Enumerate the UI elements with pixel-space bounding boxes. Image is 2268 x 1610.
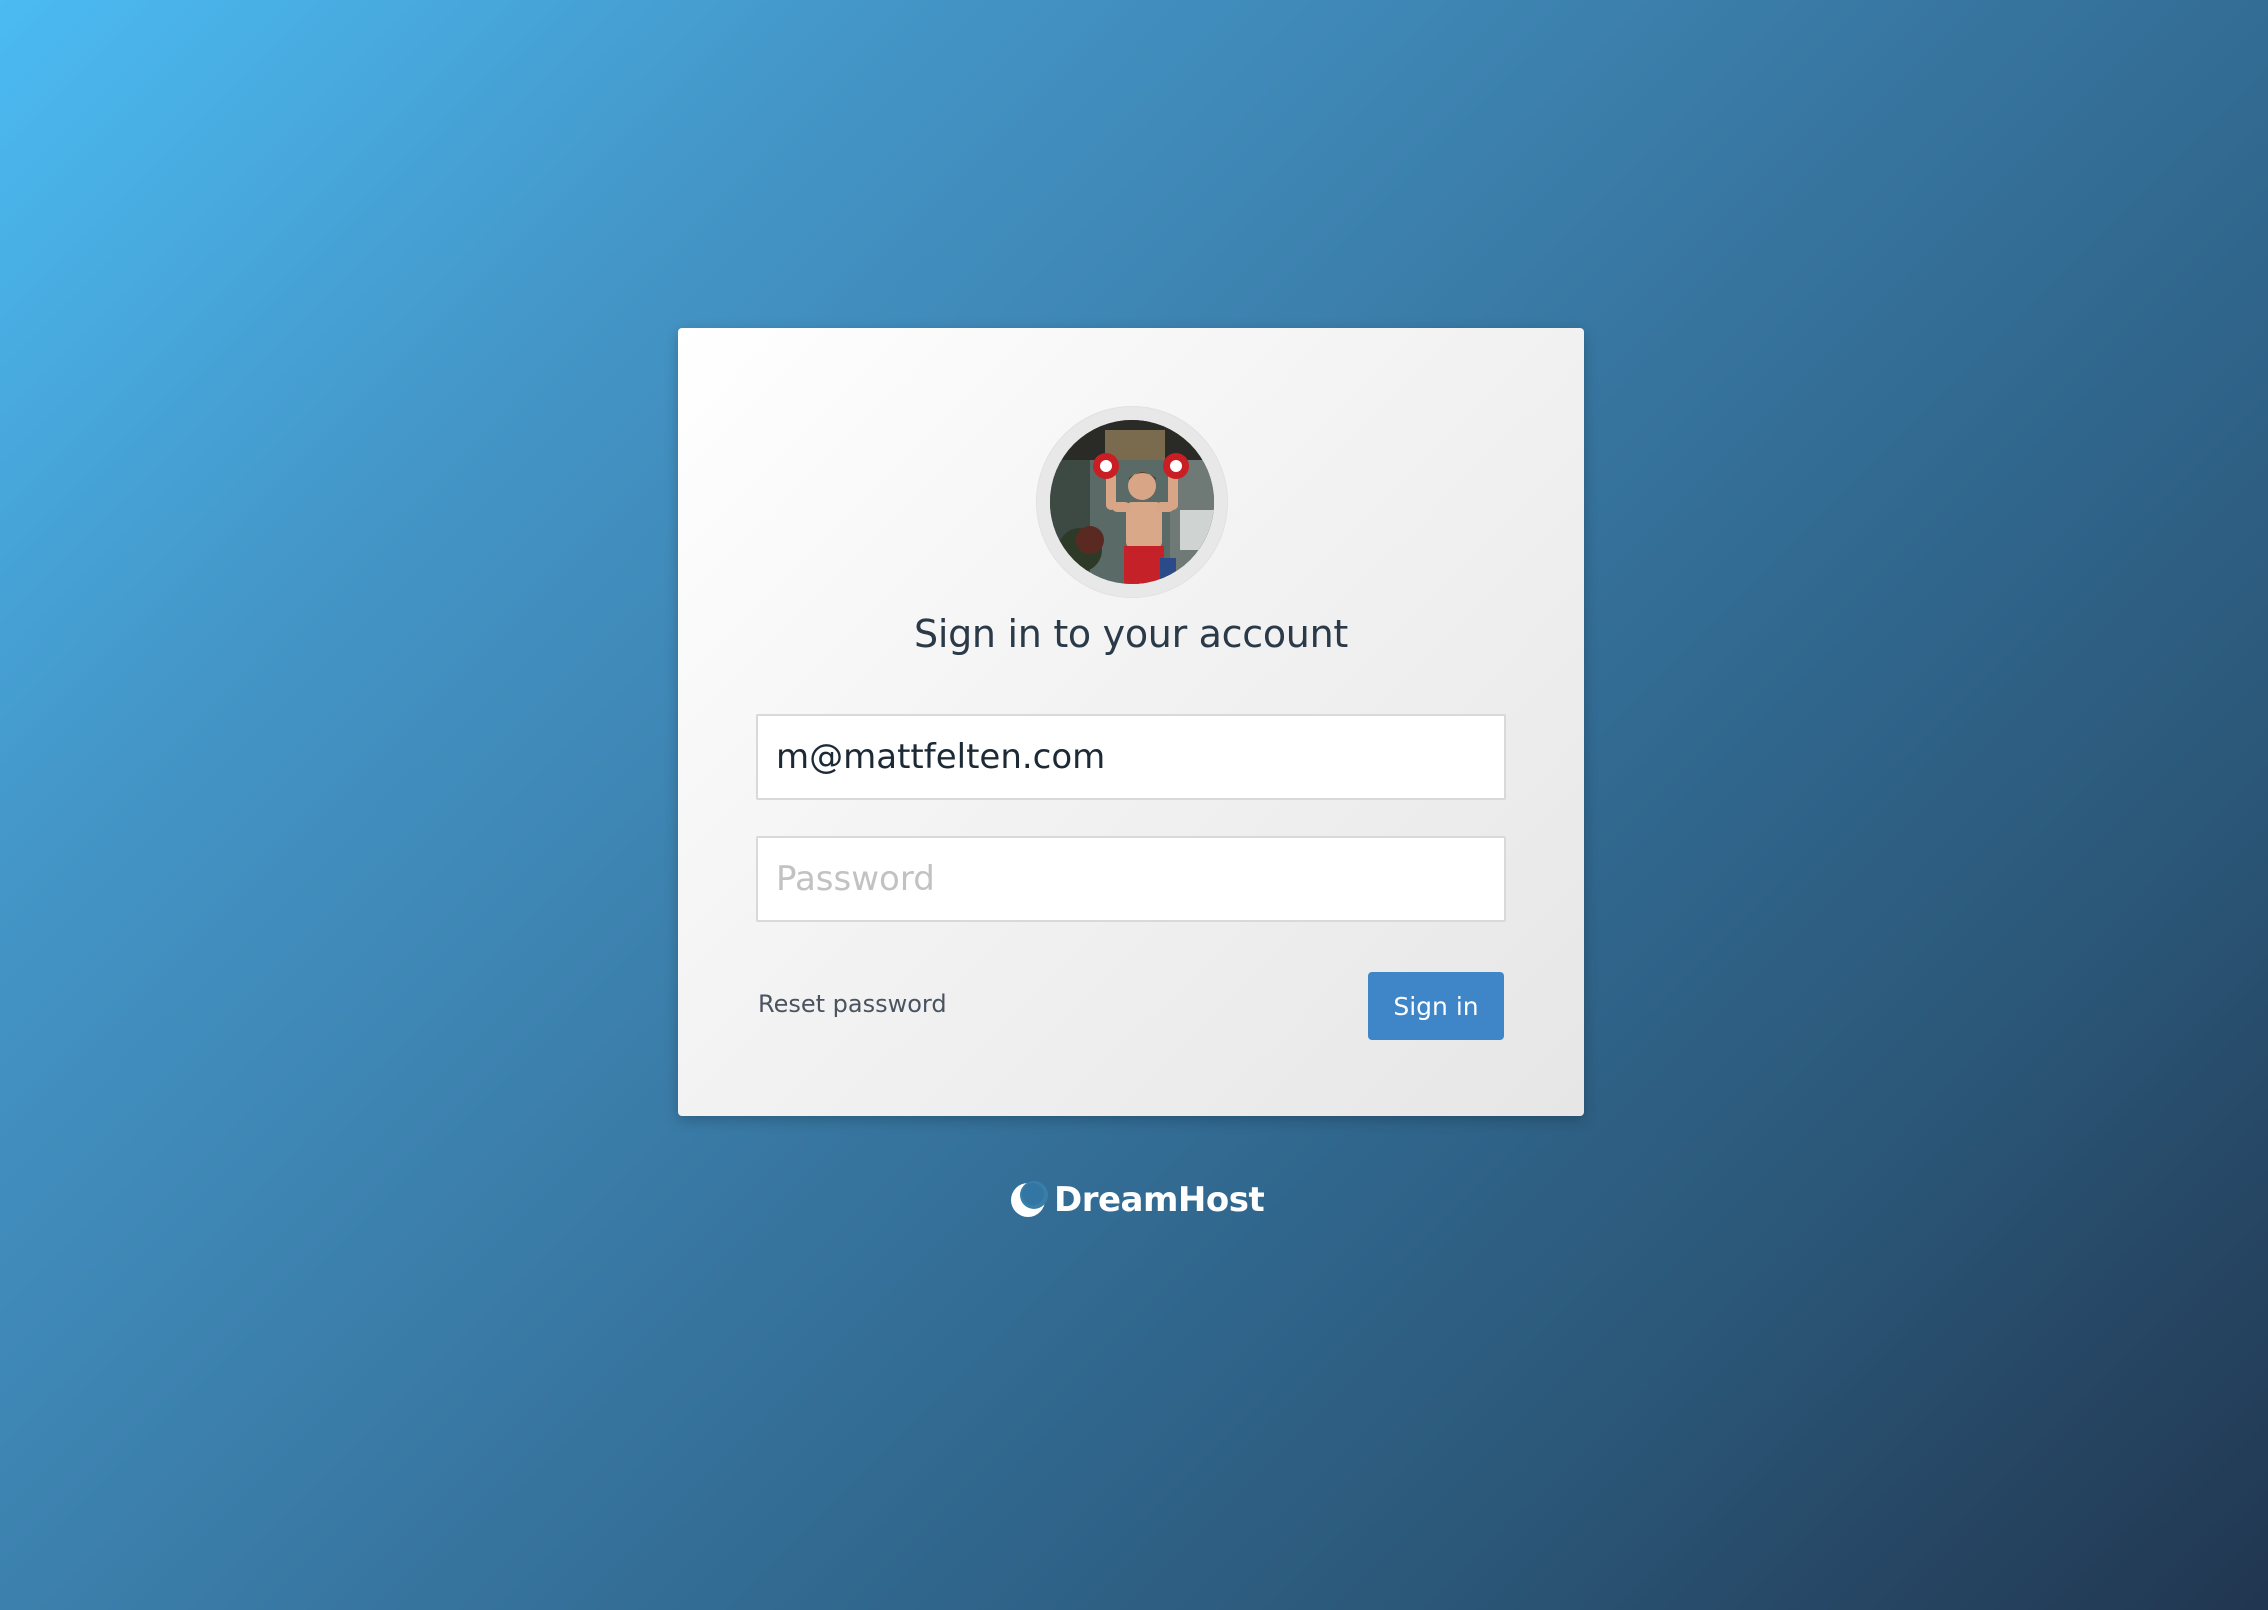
password-field[interactable] — [756, 836, 1506, 922]
login-card: Sign in to your account Reset password S… — [678, 328, 1584, 1116]
avatar — [1050, 420, 1214, 584]
avatar-ring — [1036, 406, 1228, 598]
avatar-photo — [1050, 420, 1214, 584]
brand-name: DreamHost — [1054, 1180, 1265, 1220]
dreamhost-logo: DreamHost — [1008, 1176, 1265, 1224]
sign-in-button[interactable]: Sign in — [1368, 972, 1504, 1040]
dreamhost-moon-icon — [1011, 1181, 1048, 1217]
email-field[interactable] — [756, 714, 1506, 800]
page-title: Sign in to your account — [914, 612, 1348, 656]
reset-password-link[interactable]: Reset password — [758, 990, 947, 1018]
